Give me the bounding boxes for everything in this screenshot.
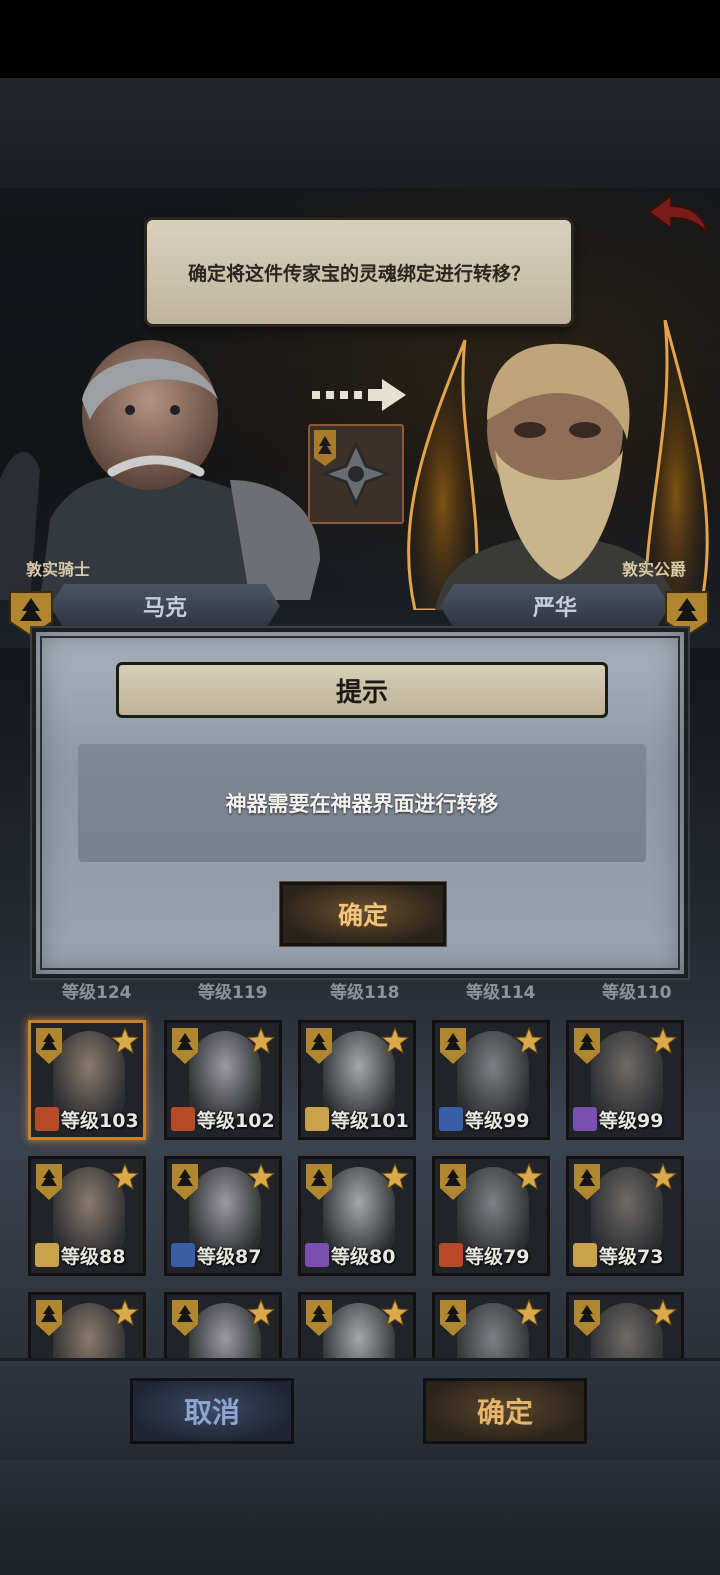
tree-crest-icon bbox=[306, 1028, 332, 1064]
hero-card[interactable] bbox=[298, 1292, 416, 1358]
hero-level: 等级101 bbox=[331, 1110, 409, 1132]
class-icon bbox=[305, 1243, 329, 1267]
hero-card[interactable]: 等级73 bbox=[566, 1156, 684, 1276]
dialog-confirm-label: 确定 bbox=[337, 901, 388, 930]
hero-level: 等级88 bbox=[61, 1246, 126, 1268]
back-arrow-icon[interactable] bbox=[645, 192, 709, 236]
hero-card[interactable]: 等级88 bbox=[28, 1156, 146, 1276]
star-icon bbox=[515, 1027, 543, 1055]
star-icon bbox=[247, 1299, 275, 1327]
hero-level: 等级103 bbox=[61, 1110, 139, 1132]
tree-crest-icon bbox=[574, 1164, 600, 1200]
hero-level: 等级99 bbox=[599, 1110, 664, 1132]
hero-level: 等级102 bbox=[197, 1110, 275, 1132]
confirm-button-label: 确定 bbox=[476, 1396, 533, 1429]
star-icon bbox=[247, 1163, 275, 1191]
tree-crest-icon bbox=[172, 1028, 198, 1064]
hero-level: 等级80 bbox=[331, 1246, 396, 1268]
hero-card[interactable]: 等级99 bbox=[566, 1020, 684, 1140]
tree-crest-icon bbox=[306, 1164, 332, 1200]
hero-level: 等级79 bbox=[465, 1246, 530, 1268]
left-character-name: 马克 bbox=[142, 596, 187, 621]
left-character-nameplate: 马克 bbox=[50, 584, 280, 628]
star-icon bbox=[649, 1027, 677, 1055]
hero-card[interactable]: 等级87 bbox=[164, 1156, 282, 1276]
hero-card[interactable] bbox=[164, 1292, 282, 1358]
right-character-nameplate: 严华 bbox=[440, 584, 670, 628]
tree-crest-icon bbox=[36, 1164, 62, 1200]
class-icon bbox=[573, 1243, 597, 1267]
hero-card[interactable]: 等级99 bbox=[432, 1020, 550, 1140]
dialog-title: 提示 bbox=[335, 677, 388, 708]
bottom-action-bar bbox=[0, 1358, 720, 1460]
hero-card[interactable]: 等级79 bbox=[432, 1156, 550, 1276]
hero-card[interactable]: 等级103 bbox=[28, 1020, 146, 1140]
bottom-background bbox=[0, 1460, 720, 1575]
game-screen: 确定将这件传家宝的灵魂绑定进行转移？ 敦实骑士 敦实公爵 马克 严华 等级124… bbox=[0, 0, 720, 1575]
tree-crest-icon bbox=[574, 1028, 600, 1064]
hero-level: 等级87 bbox=[197, 1246, 262, 1268]
right-character-title: 敦实公爵 bbox=[622, 560, 687, 579]
tree-crest-icon bbox=[574, 1300, 600, 1336]
tree-crest-icon bbox=[172, 1300, 198, 1336]
hero-roster-grid: 等级103 等级102 等级101 等级99 等级99 等级88 等级87 等级80 等级79 等… bbox=[0, 978, 720, 1358]
tree-crest-icon bbox=[440, 1028, 466, 1064]
star-icon bbox=[649, 1163, 677, 1191]
class-icon bbox=[439, 1107, 463, 1131]
class-icon bbox=[35, 1243, 59, 1267]
star-icon bbox=[515, 1163, 543, 1191]
tree-crest-icon bbox=[440, 1164, 466, 1200]
dialog-message-box: 神器需要在神器界面进行转移 bbox=[78, 744, 646, 862]
hero-card[interactable]: 等级101 bbox=[298, 1020, 416, 1140]
class-icon bbox=[35, 1107, 59, 1131]
star-icon bbox=[381, 1027, 409, 1055]
hero-card[interactable]: 等级80 bbox=[298, 1156, 416, 1276]
class-icon bbox=[171, 1107, 195, 1131]
question-text: 确定将这件传家宝的灵魂绑定进行转移？ bbox=[187, 262, 530, 285]
confirm-button[interactable]: 确定 bbox=[423, 1378, 587, 1444]
hero-card[interactable] bbox=[566, 1292, 684, 1358]
transfer-question-banner: 确定将这件传家宝的灵魂绑定进行转移？ bbox=[147, 220, 571, 324]
dialog-confirm-button[interactable]: 确定 bbox=[280, 882, 446, 946]
dialog-title-bar: 提示 bbox=[116, 662, 608, 718]
status-bar-area bbox=[0, 0, 720, 78]
dialog-message: 神器需要在神器界面进行转移 bbox=[225, 792, 499, 816]
hero-level: 等级73 bbox=[599, 1246, 664, 1268]
star-icon bbox=[515, 1299, 543, 1327]
tree-crest-icon bbox=[36, 1028, 62, 1064]
hero-level: 等级99 bbox=[465, 1110, 530, 1132]
cancel-button[interactable]: 取消 bbox=[130, 1378, 294, 1444]
star-icon bbox=[111, 1299, 139, 1327]
tree-crest-icon bbox=[172, 1164, 198, 1200]
class-icon bbox=[573, 1107, 597, 1131]
star-icon bbox=[381, 1163, 409, 1191]
heirloom-cross-icon bbox=[314, 430, 393, 508]
star-icon bbox=[381, 1299, 409, 1327]
heirloom-item[interactable] bbox=[308, 424, 404, 524]
right-character-name: 严华 bbox=[532, 596, 577, 621]
tree-crest-icon bbox=[36, 1300, 62, 1336]
hero-card[interactable] bbox=[28, 1292, 146, 1358]
tree-crest-icon bbox=[306, 1300, 332, 1336]
tree-crest-icon bbox=[440, 1300, 466, 1336]
star-icon bbox=[649, 1299, 677, 1327]
class-icon bbox=[171, 1243, 195, 1267]
star-icon bbox=[247, 1027, 275, 1055]
cancel-button-label: 取消 bbox=[183, 1396, 240, 1429]
star-icon bbox=[111, 1027, 139, 1055]
hero-card[interactable]: 等级102 bbox=[164, 1020, 282, 1140]
hero-card[interactable] bbox=[432, 1292, 550, 1358]
left-character-title: 敦实骑士 bbox=[26, 560, 91, 579]
hint-dialog: 提示 神器需要在神器界面进行转移 确定 bbox=[32, 628, 688, 978]
class-icon bbox=[439, 1243, 463, 1267]
class-icon bbox=[305, 1107, 329, 1131]
star-icon bbox=[111, 1163, 139, 1191]
